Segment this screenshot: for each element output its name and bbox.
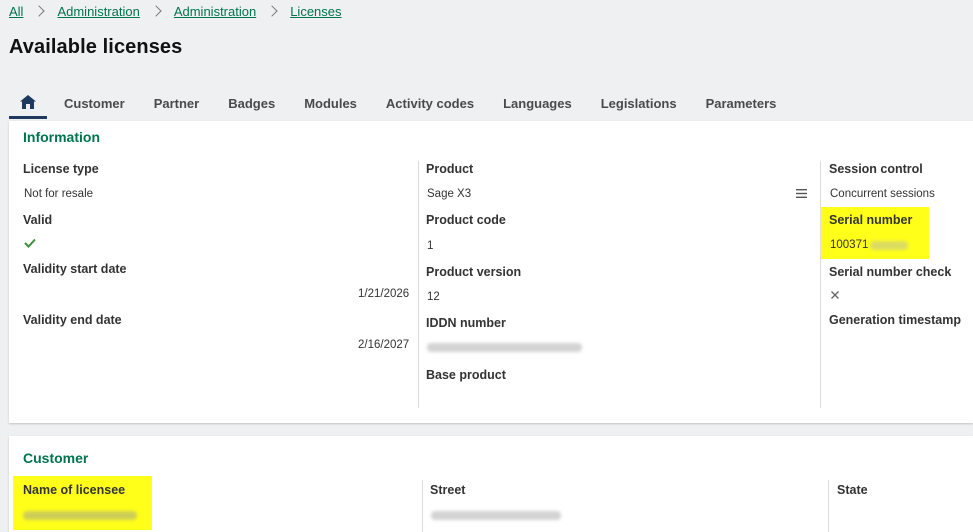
serial-number-label: Serial number [829, 213, 913, 227]
chevron-right-icon [33, 5, 46, 17]
page-title: Available licenses [9, 36, 183, 58]
tab-languages[interactable]: Languages [503, 89, 572, 119]
tab-badges[interactable]: Badges [228, 89, 275, 119]
breadcrumb-link-administration-2[interactable]: Administration [174, 4, 256, 19]
column-divider [418, 161, 419, 408]
redacted-iddn [427, 343, 582, 352]
validity-end-value: 2/16/2027 [358, 339, 410, 351]
information-title: Information [23, 129, 100, 145]
redacted-street [431, 511, 561, 520]
cross-icon [831, 291, 839, 299]
valid-label: Valid [23, 213, 53, 227]
serial-number-value: 100371 [830, 239, 869, 251]
breadcrumb-link-administration[interactable]: Administration [57, 4, 139, 19]
iddn-label: IDDN number [426, 316, 506, 330]
state-label: State [837, 483, 868, 497]
breadcrumb: All Administration Administration Licens… [9, 3, 342, 19]
redacted-licensee [23, 511, 137, 520]
tab-bar: Customer Partner Badges Modules Activity… [9, 89, 973, 119]
base-product-label: Base product [426, 368, 506, 382]
menu-icon[interactable] [796, 189, 807, 198]
tab-legislations[interactable]: Legislations [601, 89, 677, 119]
column-divider [422, 480, 423, 532]
license-type-label: License type [23, 162, 99, 176]
information-card: Information License type Not for resale … [9, 121, 973, 423]
chevron-right-icon [150, 5, 162, 17]
validity-start-value: 1/21/2026 [358, 288, 410, 300]
product-code-value: 1 [427, 240, 434, 252]
chevron-right-icon [266, 5, 278, 17]
column-divider [820, 161, 821, 408]
tab-customer[interactable]: Customer [64, 89, 125, 119]
session-control-value: Concurrent sessions [830, 188, 935, 200]
tab-activity-codes[interactable]: Activity codes [386, 89, 474, 119]
customer-card: Customer Name of licensee Street State [9, 436, 973, 532]
session-control-label: Session control [829, 162, 923, 176]
tab-modules[interactable]: Modules [304, 89, 357, 119]
breadcrumb-link-all[interactable]: All [9, 4, 23, 19]
product-label: Product [426, 162, 474, 176]
product-version-label: Product version [426, 265, 522, 279]
redacted-serial [870, 241, 908, 250]
product-version-value: 12 [427, 291, 440, 303]
product-code-label: Product code [426, 213, 506, 227]
street-label: Street [430, 483, 466, 497]
home-icon [20, 95, 36, 109]
breadcrumb-link-licenses[interactable]: Licenses [290, 4, 341, 19]
license-type-value: Not for resale [24, 188, 94, 200]
validity-end-label: Validity end date [23, 313, 122, 327]
serial-number-check-label: Serial number check [829, 265, 952, 279]
check-icon [24, 238, 36, 248]
name-of-licensee-label: Name of licensee [23, 483, 126, 497]
tab-home[interactable] [9, 89, 47, 119]
customer-title: Customer [23, 450, 89, 466]
column-divider [828, 480, 829, 532]
tab-parameters[interactable]: Parameters [706, 89, 777, 119]
validity-start-label: Validity start date [23, 262, 127, 276]
generation-timestamp-label: Generation timestamp [829, 313, 961, 327]
tab-partner[interactable]: Partner [154, 89, 200, 119]
product-value: Sage X3 [427, 188, 472, 200]
